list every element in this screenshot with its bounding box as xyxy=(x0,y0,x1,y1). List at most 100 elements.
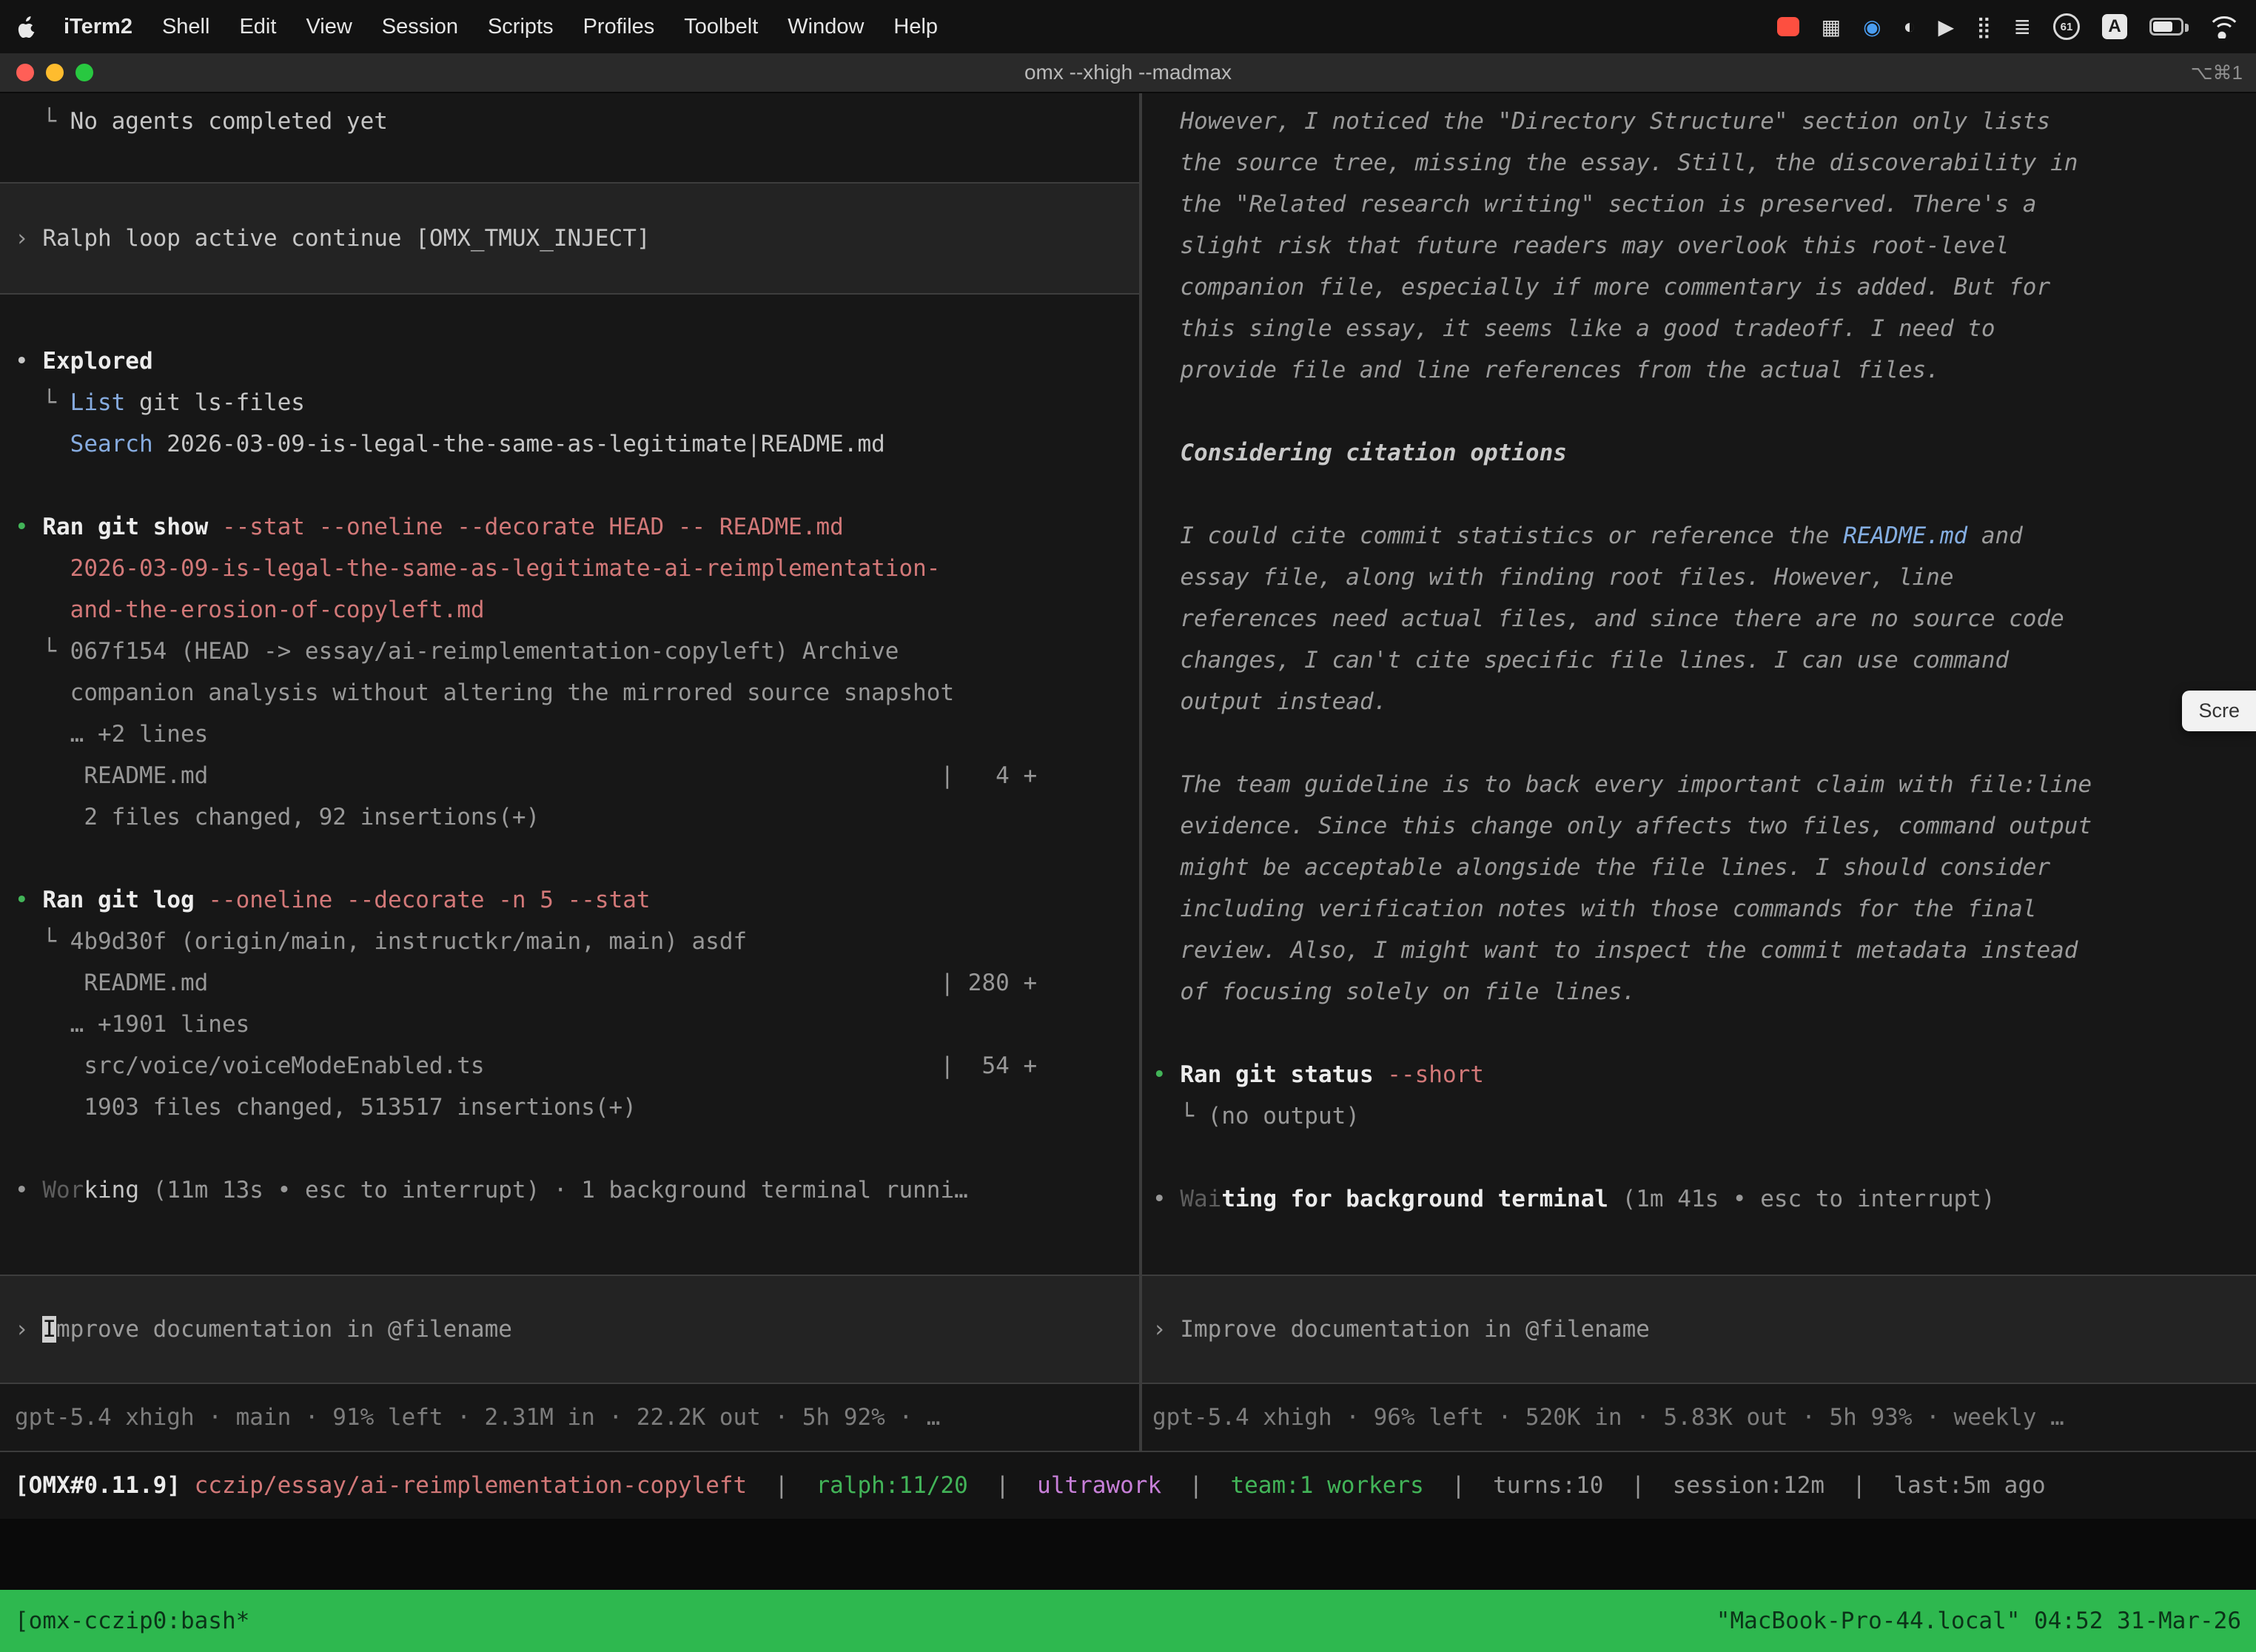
input-source-icon[interactable]: A xyxy=(2102,14,2127,39)
terminal-line: └ 067f154 (HEAD -> essay/ai-reimplementa… xyxy=(0,631,1139,672)
terminal-line: the source tree, missing the essay. Stil… xyxy=(1142,142,2256,184)
menu-window[interactable]: Window xyxy=(788,15,864,39)
terminal-line: • Ran git log --oneline --decorate -n 5 … xyxy=(0,879,1139,921)
minimize-button[interactable] xyxy=(46,64,64,81)
close-button[interactable] xyxy=(16,64,34,81)
terminal-line: The team guideline is to back every impo… xyxy=(1142,764,2256,805)
terminal-line: companion file, especially if more comme… xyxy=(1142,266,2256,308)
window-title: omx --xhigh --madmax xyxy=(1024,61,1232,84)
terminal-line xyxy=(0,299,1139,340)
prompt-input-line: › Improve documentation in @filename xyxy=(1142,1309,2256,1350)
terminal-line: src/voice/voiceModeEnabled.ts| 54 + xyxy=(0,1045,1139,1087)
terminal-line: • Working (11m 13s • esc to interrupt) ·… xyxy=(0,1169,1139,1211)
menu-profiles[interactable]: Profiles xyxy=(583,15,655,39)
screen-tooltip[interactable]: Scre xyxy=(2182,691,2256,731)
gauge-icon[interactable]: 61 xyxy=(2053,13,2080,40)
terminal-line xyxy=(1142,474,2256,515)
terminal-line: slight risk that future readers may over… xyxy=(1142,225,2256,266)
titlebar: omx --xhigh --madmax ⌥⌘1 xyxy=(0,53,2256,93)
terminal-line: └ (no output) xyxy=(1142,1095,2256,1137)
terminal-line: evidence. Since this change only affects… xyxy=(1142,805,2256,847)
menu-view[interactable]: View xyxy=(306,15,352,39)
terminal-line: Search 2026-03-09-is-legal-the-same-as-l… xyxy=(0,423,1139,465)
recording-indicator[interactable] xyxy=(1777,17,1799,36)
terminal-line: essay file, along with finding root file… xyxy=(1142,557,2256,598)
terminal-line xyxy=(1142,391,2256,432)
left-pane-top: └ No agents completed yet xyxy=(0,101,1139,142)
menu-toolbelt[interactable]: Toolbelt xyxy=(684,15,758,39)
slider-icon[interactable]: ≣ xyxy=(2014,15,2031,39)
play-app-icon[interactable]: ▶ xyxy=(1938,15,1954,39)
terminal-line xyxy=(1142,722,2256,764)
terminal-line: references need actual files, and since … xyxy=(1142,598,2256,639)
terminal-line: … +1901 lines xyxy=(0,1004,1139,1045)
menu-edit[interactable]: Edit xyxy=(239,15,276,39)
terminal-line: I could cite commit statistics or refere… xyxy=(1142,515,2256,557)
terminal-line: However, I noticed the "Directory Struct… xyxy=(1142,101,2256,142)
terminal-line: • Waiting for background terminal (1m 41… xyxy=(1142,1178,2256,1220)
terminal-line: • Explored xyxy=(0,340,1139,382)
omx-status-line: [OMX#0.11.9] cczip/essay/ai-reimplementa… xyxy=(0,1465,2046,1506)
right-prompt-input[interactable]: › Improve documentation in @filename xyxy=(1142,1275,2256,1384)
apple-logo-icon[interactable] xyxy=(18,16,37,38)
menu-iterm2[interactable]: iTerm2 xyxy=(64,15,132,39)
omx-status-bar: [OMX#0.11.9] cczip/essay/ai-reimplementa… xyxy=(0,1451,2256,1519)
menubar-status-icons: ▦ ◉ ◐ ▶ ⣿ ≣ 61 A xyxy=(1777,13,2238,40)
terminal-line xyxy=(0,465,1139,506)
terminal-line: • Ran git status --short xyxy=(1142,1054,2256,1095)
terminal-line xyxy=(0,838,1139,879)
inject-banner: › Ralph loop active continue [OMX_TMUX_I… xyxy=(0,182,1139,295)
grid-dots-icon[interactable]: ⣿ xyxy=(1976,15,1992,39)
terminal-line: README.md| 4 + xyxy=(0,755,1139,796)
menu-shell[interactable]: Shell xyxy=(162,15,210,39)
window-shortcut-badge: ⌥⌘1 xyxy=(2191,61,2256,84)
tmux-session-label: [omx-cczip0:bash* xyxy=(15,1608,249,1634)
terminal-line: └ List git ls-files xyxy=(0,382,1139,423)
terminal-line: Considering citation options xyxy=(1142,432,2256,474)
left-prompt-input[interactable]: › Improve documentation in @filename xyxy=(0,1275,1139,1384)
right-pane[interactable]: However, I noticed the "Directory Struct… xyxy=(1139,93,2256,1451)
menubar: iTerm2 Shell Edit View Session Scripts Profile… xyxy=(0,0,2256,53)
terminal-line: companion analysis without altering the … xyxy=(0,672,1139,713)
terminal-line: … +2 lines xyxy=(0,713,1139,755)
window-gap xyxy=(0,1519,2256,1590)
right-pane-body: However, I noticed the "Directory Struct… xyxy=(1142,101,2256,1220)
terminal-line: this single essay, it seems like a good … xyxy=(1142,308,2256,349)
terminal-line: provide file and line references from th… xyxy=(1142,349,2256,391)
keyboard-icon[interactable]: ▦ xyxy=(1822,15,1841,39)
terminal-line: README.md| 280 + xyxy=(0,962,1139,1004)
menu-scripts[interactable]: Scripts xyxy=(488,15,554,39)
blue-app-icon[interactable]: ◉ xyxy=(1863,15,1881,39)
menubar-menus: iTerm2 Shell Edit View Session Scripts Profile… xyxy=(64,15,938,39)
terminal-line xyxy=(1142,1137,2256,1178)
terminal-line: might be acceptable alongside the file l… xyxy=(1142,847,2256,888)
terminal-split: └ No agents completed yet › Ralph loop a… xyxy=(0,93,2256,1451)
compass-app-icon[interactable]: ◐ xyxy=(1904,15,1916,38)
right-status-area: gpt-5.4 xhigh · 96% left · 520K in · 5.8… xyxy=(1142,1384,2256,1451)
battery-icon[interactable] xyxy=(2149,18,2183,36)
terminal-line xyxy=(1142,1013,2256,1054)
menu-session[interactable]: Session xyxy=(382,15,458,39)
left-pane[interactable]: └ No agents completed yet › Ralph loop a… xyxy=(0,93,1139,1451)
menu-help[interactable]: Help xyxy=(893,15,938,39)
traffic-lights xyxy=(0,64,93,81)
terminal-line: of focusing solely on file lines. xyxy=(1142,971,2256,1013)
tmux-host-clock: "MacBook-Pro-44.local" 04:52 31-Mar-26 xyxy=(1716,1608,2241,1634)
tmux-status-bar: [omx-cczip0:bash* "MacBook-Pro-44.local"… xyxy=(0,1590,2256,1652)
terminal-line xyxy=(0,1128,1139,1169)
terminal-line: including verification notes with those … xyxy=(1142,888,2256,930)
zoom-button[interactable] xyxy=(75,64,93,81)
screen: iTerm2 Shell Edit View Session Scripts Profile… xyxy=(0,0,2256,1652)
terminal-line: • Ran git show --stat --oneline --decora… xyxy=(0,506,1139,548)
terminal-line: the "Related research writing" section i… xyxy=(1142,184,2256,225)
left-status-line: gpt-5.4 xhigh · main · 91% left · 2.31M … xyxy=(0,1397,940,1438)
wifi-icon[interactable] xyxy=(2206,15,2238,38)
terminal-line: 1903 files changed, 513517 insertions(+) xyxy=(0,1087,1139,1128)
prompt-input-line: › Improve documentation in @filename xyxy=(0,1309,1139,1350)
terminal-line: 2 files changed, 92 insertions(+) xyxy=(0,796,1139,838)
left-pane-body: • Explored └ List git ls-files Search 20… xyxy=(0,299,1139,1211)
terminal-line: changes, I can't cite specific file line… xyxy=(1142,639,2256,681)
right-status-line: gpt-5.4 xhigh · 96% left · 520K in · 5.8… xyxy=(1142,1397,2064,1438)
left-status-area: gpt-5.4 xhigh · main · 91% left · 2.31M … xyxy=(0,1384,1139,1451)
inject-banner-line: › Ralph loop active continue [OMX_TMUX_I… xyxy=(0,218,1139,259)
